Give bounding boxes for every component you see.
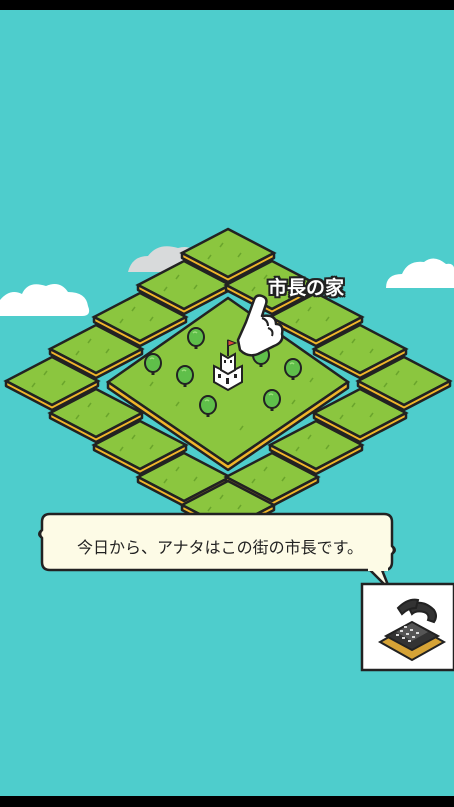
town-map [0, 227, 454, 672]
telephone-icon[interactable] [360, 582, 454, 672]
dialog-message: 今日から、アナタはこの街の市長です。 [76, 538, 364, 557]
game-screen: 市長の家 今日から、アナタはこの街の市長です。 [0, 0, 454, 807]
cloud-right [386, 258, 454, 288]
building-label: 市長の家 [268, 277, 345, 299]
cloud-left [0, 284, 90, 316]
